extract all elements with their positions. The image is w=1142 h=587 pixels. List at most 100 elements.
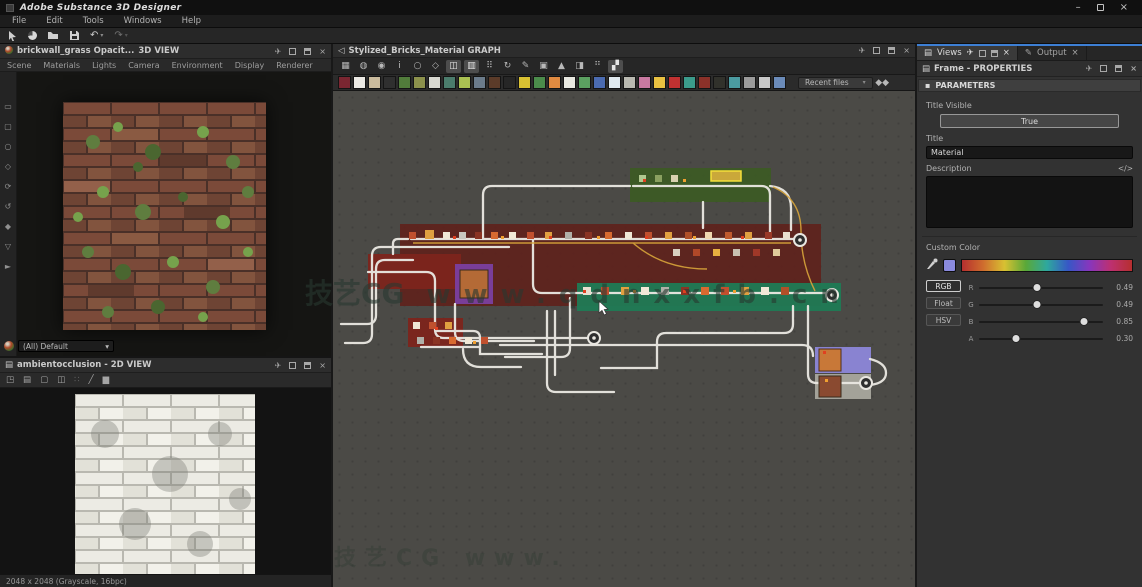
node-thumbnail[interactable] (473, 76, 486, 89)
graph-tool-split-icon[interactable]: ◫ (446, 60, 461, 73)
node-thumbnail[interactable] (368, 76, 381, 89)
recent-files-button[interactable]: Recent files ▾ (798, 77, 873, 89)
slider-knob[interactable] (1080, 317, 1089, 326)
float-panel-icon[interactable] (979, 50, 986, 57)
pin-icon[interactable]: ✈ (1086, 64, 1093, 73)
slider-track[interactable] (979, 287, 1103, 289)
float-panel-icon[interactable] (1100, 65, 1107, 72)
graph-tool-frame-icon[interactable]: ▣ (536, 60, 551, 73)
dock-panel-icon[interactable] (304, 48, 311, 55)
close-button[interactable]: × (1120, 2, 1128, 13)
menu-help[interactable]: Help (182, 16, 201, 26)
back-arrow-icon[interactable]: ◁ (338, 46, 345, 56)
node-thumbnail[interactable] (383, 76, 396, 89)
node-thumbnail[interactable] (743, 76, 756, 89)
float-panel-icon[interactable] (289, 48, 296, 55)
graph-tool-select-icon[interactable]: ▞ (608, 60, 623, 73)
close-tab-icon[interactable]: × (1003, 48, 1010, 58)
node-thumbnail[interactable] (413, 76, 426, 89)
rotate-view-icon[interactable]: ⟳ (5, 182, 12, 191)
node-thumbnail[interactable] (518, 76, 531, 89)
material-dropdown[interactable]: (All) Default ▾ (18, 340, 114, 352)
float-panel-icon[interactable] (873, 47, 880, 54)
node-thumbnail[interactable] (713, 76, 726, 89)
slider-knob[interactable] (1012, 334, 1021, 343)
dock-panel-icon[interactable] (1115, 65, 1122, 72)
view3d-menu-materials[interactable]: Materials (43, 61, 80, 70)
dock-panel-icon[interactable] (304, 362, 311, 369)
view3d-menu-environment[interactable]: Environment (172, 61, 223, 70)
geometry-cube-icon[interactable]: ▢ (4, 122, 12, 131)
tab-views[interactable]: ▤ Views ✈ × (917, 46, 1018, 60)
mode-rgb-button[interactable]: RGB (926, 280, 961, 292)
title-visible-toggle[interactable]: True (940, 114, 1119, 128)
node-thumbnail[interactable] (428, 76, 441, 89)
save-image-icon[interactable]: ▤ (23, 375, 31, 385)
eyedropper-icon[interactable] (926, 258, 938, 273)
node-thumbnail[interactable] (608, 76, 621, 89)
save-icon[interactable] (70, 31, 79, 40)
view3d-menu-lights[interactable]: Lights (92, 61, 116, 70)
node-thumbnail[interactable] (683, 76, 696, 89)
close-panel-icon[interactable]: × (319, 361, 326, 370)
dock-panel-icon[interactable] (888, 47, 895, 54)
node-thumbnail[interactable] (563, 76, 576, 89)
node-thumbnail[interactable] (353, 76, 366, 89)
copy-image-icon[interactable]: ▢ (40, 375, 48, 385)
fit-view-icon[interactable]: ◳ (6, 375, 14, 385)
geometry-plane-icon[interactable]: ▭ (4, 102, 12, 111)
play-icon[interactable]: ► (5, 262, 11, 271)
channels-icon[interactable]: ◫ (57, 375, 65, 385)
node-thumbnail[interactable] (458, 76, 471, 89)
tab-output[interactable]: ✎ Output × (1018, 46, 1087, 60)
graph-tool-columns-icon[interactable]: ▥ (464, 60, 479, 73)
node-thumbnail[interactable] (488, 76, 501, 89)
pointer-icon[interactable] (8, 31, 17, 41)
material-mode-icon[interactable]: ◆ (5, 222, 11, 231)
histogram-icon[interactable]: ▆ (103, 375, 110, 385)
graph-tool-filter-icon[interactable]: ◇ (428, 60, 443, 73)
node-thumbnail[interactable] (698, 76, 711, 89)
geometry-sphere-icon[interactable]: ○ (5, 142, 12, 151)
node-thumbnail[interactable] (593, 76, 606, 89)
minimize-button[interactable]: – (1076, 2, 1081, 13)
pin-icon[interactable]: ✈ (275, 361, 282, 370)
node-thumbnail[interactable] (548, 76, 561, 89)
graph-tool-search-icon[interactable]: ○ (410, 60, 425, 73)
graph-tool-link-icon[interactable]: ◍ (356, 60, 371, 73)
dock-panel-icon[interactable] (991, 50, 998, 57)
slider-track[interactable] (979, 304, 1103, 306)
pin-icon[interactable]: ✈ (859, 46, 866, 55)
view3d-menu-renderer[interactable]: Renderer (276, 61, 313, 70)
view3d-menu-camera[interactable]: Camera (128, 61, 159, 70)
float-panel-icon[interactable] (289, 362, 296, 369)
graph-tool-refresh-icon[interactable]: ↻ (500, 60, 515, 73)
redo-icon[interactable]: ↷▾ (114, 30, 127, 41)
close-panel-icon[interactable]: × (1130, 64, 1137, 73)
color-swatch[interactable] (943, 259, 956, 272)
node-thumbnail[interactable] (668, 76, 681, 89)
graph-tool-info-icon[interactable]: i (392, 60, 407, 73)
slider-knob[interactable] (1033, 300, 1042, 309)
view3d-viewport[interactable]: ▭ ▢ ○ ◇ ⟳ ↺ ◆ ▽ ► (0, 72, 331, 356)
reset-view-icon[interactable]: ↺ (5, 202, 12, 211)
close-panel-icon[interactable]: × (903, 46, 910, 55)
graph-tool-edit-icon[interactable]: ✎ (518, 60, 533, 73)
menu-windows[interactable]: Windows (124, 16, 162, 26)
graph-tool-half-icon[interactable]: ◨ (572, 60, 587, 73)
menu-edit[interactable]: Edit (46, 16, 62, 26)
description-textarea[interactable] (926, 176, 1133, 228)
graph-tool-focus-icon[interactable]: ◉ (374, 60, 389, 73)
slider-knob[interactable] (1033, 283, 1042, 292)
graph-tool-grid-icon[interactable]: ▦ (338, 60, 353, 73)
pin-icon[interactable]: ✈ (275, 47, 282, 56)
open-folder-icon[interactable] (48, 31, 59, 40)
close-tab-icon[interactable]: × (1072, 48, 1079, 58)
hue-gradient-bar[interactable] (961, 259, 1133, 272)
slider-track[interactable] (979, 321, 1103, 323)
wireframe-icon[interactable]: ▽ (5, 242, 11, 251)
node-thumbnail[interactable] (443, 76, 456, 89)
graph-tool-pattern-icon[interactable]: ⠛ (590, 60, 605, 73)
link-mode-icon[interactable]: ◆◆ (875, 76, 890, 89)
undo-icon[interactable]: ↶▾ (90, 30, 103, 41)
